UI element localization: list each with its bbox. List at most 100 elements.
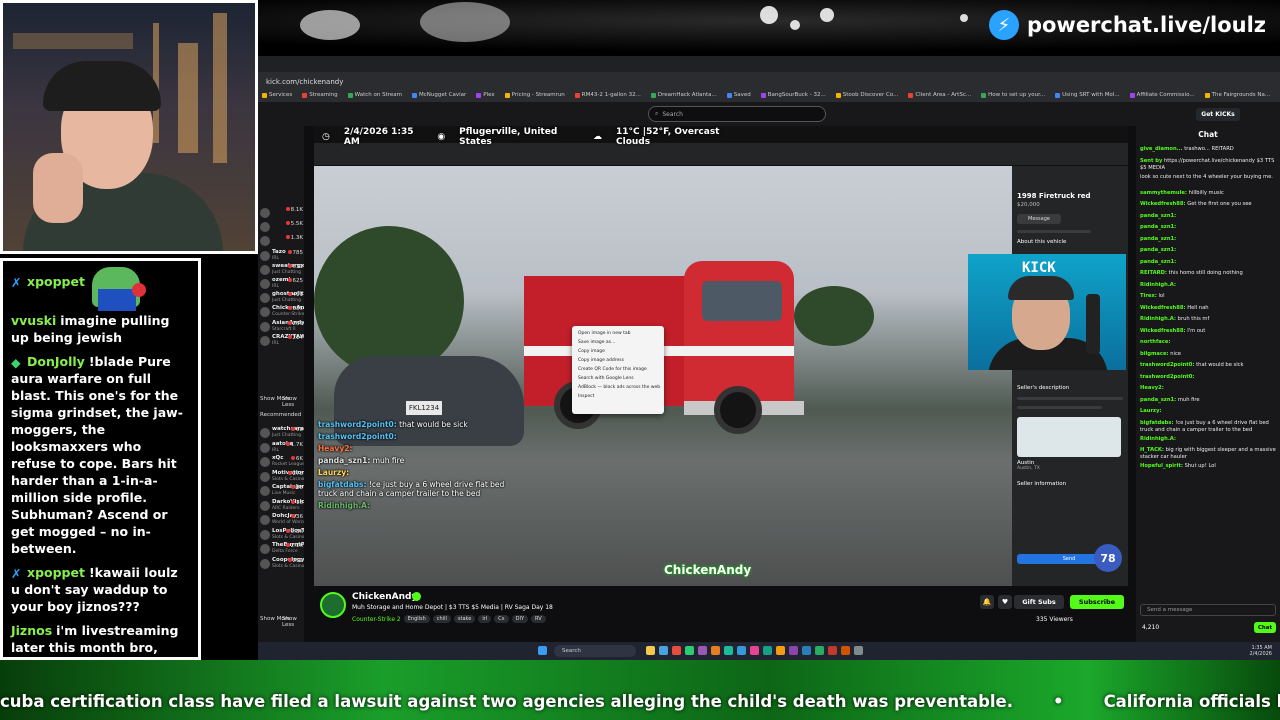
chat-input[interactable]: Send a message [1140,604,1276,616]
overlay-chat-message: Heavy2: [318,444,353,453]
windows-start-icon[interactable] [538,646,547,655]
video-player[interactable]: FKL1234 Open image in new tab Save image … [314,126,1128,586]
sidebar-channel[interactable]: CRAZYTAWNIRL214 [258,334,304,350]
bookmark-icon [347,92,353,98]
bookmark-item[interactable]: How to set up your... [981,92,1045,98]
stream-tag[interactable]: DIY [511,615,529,623]
context-menu-item[interactable]: Create QR Code for this image [572,365,664,374]
water-splash [820,8,834,22]
channel-avatar[interactable] [320,592,346,618]
listing-title: 1998 Firetruck red [1017,192,1091,200]
gift-subs-button[interactable]: Gift Subs [1014,595,1064,609]
taskbar-app-icon[interactable] [802,646,811,655]
viewer-count: 8.1K [285,207,303,213]
bell-icon[interactable]: 🔔 [980,595,994,609]
bookmark-icon [1129,92,1135,98]
context-menu-item[interactable]: Save image as... [572,338,664,347]
get-kicks-button[interactable]: Get KICKs [1196,108,1240,121]
search-icon: ⌕ [655,110,659,117]
kick-logo: KICK [1022,260,1056,276]
bookmark-item[interactable]: DreamHack Atlanta... [650,92,717,98]
bookmark-item[interactable]: The Fairgrounds Na... [1204,92,1270,98]
stream-tag[interactable]: chill [432,615,451,623]
seller-info-heading: Seller information [1017,481,1067,487]
taskbar-app-icon[interactable] [685,646,694,655]
channel-avatar [260,471,270,482]
bookmark-item[interactable]: Pricing - Streamrun [504,92,565,98]
viewer-count: 785 [287,249,303,256]
bookmark-item[interactable]: Watch on Stream [347,92,402,98]
city-light [213,13,227,163]
bookmark-icon [835,92,841,98]
context-menu-item[interactable]: Copy image address [572,356,664,365]
taskbar-app-icon[interactable] [763,646,772,655]
overlay-chat-message: trashword2point0: that would be sick [318,420,468,429]
bookmark-item[interactable]: Streaming [302,92,338,98]
taskbar-search[interactable]: Search [554,645,636,657]
taskbar-app-icon[interactable] [841,646,850,655]
context-menu-item[interactable]: Inspect [572,392,664,401]
channel-avatar [260,279,270,289]
taskbar-app-icon[interactable] [698,646,707,655]
taskbar-app-icon[interactable] [815,646,824,655]
bookmark-item[interactable]: Client Area - ArtSc... [908,92,971,98]
bookmark-item[interactable]: Services [262,92,292,98]
taskbar-app-icon[interactable] [750,646,759,655]
taskbar-app-icon[interactable] [646,646,655,655]
overlay-chat-message: Ridinhigh.A: [318,501,371,510]
bookmark-item[interactable]: Using SRT with Mol... [1055,92,1120,98]
chat-message: bilgmace: nice [1140,350,1181,357]
rose-icon [132,283,146,297]
channel-avatar [260,321,270,332]
channel-name[interactable]: ChickenAndy [352,592,417,602]
search-input[interactable]: ⌕ Search [648,106,826,122]
bookmark-item[interactable]: BangSourBuck - 32... [760,92,826,98]
game-category[interactable]: Counter-Strike 2 [352,616,401,623]
browser-tab-strip[interactable] [258,56,1280,72]
viewer-count: 6K [290,456,303,462]
taskbar-clock: 1:35 AM 2/4/2026 [1249,645,1272,657]
chat-message: Sent by https://powerchat.live/chickenan… [1140,157,1275,171]
water-splash [760,6,778,24]
stream-tag[interactable]: English [403,615,430,623]
streamer-webcam [0,0,258,254]
heart-icon[interactable]: ♥ [998,595,1012,609]
bookmark-item[interactable]: Plex [476,92,495,98]
stream-tag[interactable]: Cx [494,615,509,623]
bookmark-item[interactable]: Affiliate Commissio... [1129,92,1195,98]
show-less-link[interactable]: Show Less [282,616,304,628]
viewer-count: 278 [287,470,303,477]
message-button[interactable]: Message [1017,214,1061,224]
bookmark-item[interactable]: RM43-2 1-gallon 32... [574,92,641,98]
taskbar-app-icon[interactable] [711,646,720,655]
bookmark-icon [574,92,580,98]
context-menu-item[interactable]: Search with Google Lens [572,374,664,383]
show-less-link[interactable]: Show Less [282,396,304,408]
taskbar-app-icon[interactable] [776,646,785,655]
subscribe-button[interactable]: Subscribe [1070,595,1124,609]
taskbar-app-icon[interactable] [828,646,837,655]
taskbar-app-icon[interactable] [789,646,798,655]
viewer-count: 625 [287,278,303,284]
viewer-count: 2.1K [285,543,303,549]
ticker-text: cuba certification class have filed a la… [0,692,1280,711]
stream-tag[interactable]: stake [453,615,476,623]
taskbar-app-icon[interactable] [724,646,733,655]
taskbar-app-icon[interactable] [854,646,863,655]
channel-watermark: ChickenAndy [664,563,752,577]
chat-send-button[interactable]: Chat [1254,622,1276,633]
bookmark-item[interactable]: McNugget Caviar [411,92,466,98]
context-menu-item[interactable]: Copy image [572,347,664,356]
sidebar-channel[interactable]: CoopologySlots & Casino212 [258,557,304,573]
bookmark-item[interactable]: Stoob Discover Co... [835,92,898,98]
stream-tag[interactable]: RV [531,615,546,623]
bookmark-item[interactable]: Saved [726,92,751,98]
taskbar-app-icon[interactable] [737,646,746,655]
taskbar-app-icon[interactable] [659,646,668,655]
taskbar-app-icon[interactable] [672,646,681,655]
context-menu-item[interactable]: AdBlock — block ads across the web [572,383,664,392]
chat-message: Jiznos i'm livestreaming later this month… [11,623,179,655]
stream-tag[interactable]: irl [478,615,492,623]
viewer-count: 411 [287,292,303,298]
context-menu-item[interactable]: Open image in new tab [572,329,664,338]
